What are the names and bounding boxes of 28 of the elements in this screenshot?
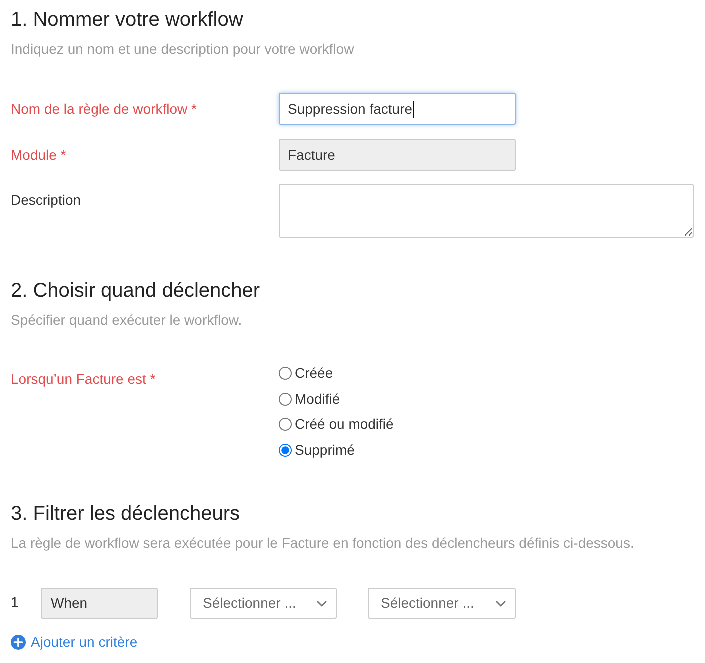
radio-button[interactable] <box>279 367 292 380</box>
radio-label[interactable]: Modifié <box>295 388 340 410</box>
operator-dropdown[interactable]: Sélectionner ... <box>190 588 337 619</box>
section-description: La règle de workflow sera exécutée pour le Facture en fonction des déclencheurs définis ci-dessous. <box>11 534 636 553</box>
field-label: Nom de la règle de workflow * <box>11 101 197 117</box>
radio-button[interactable] <box>279 444 292 457</box>
section-description: Indiquez un nom et une description pour votre workflow <box>11 40 356 59</box>
criterion-number: 1 <box>11 593 20 612</box>
field-label: Module * <box>11 147 66 163</box>
text-cursor-icon <box>412 100 414 118</box>
radio-label[interactable]: Créée <box>295 363 334 384</box>
chevron-down-icon <box>496 600 506 606</box>
section-heading: 1. Nommer votre workflow <box>11 8 244 32</box>
field-label: Description <box>11 192 82 208</box>
add-criterion-link[interactable]: Ajouter un critère <box>11 632 138 652</box>
plus-circle-icon <box>11 634 26 650</box>
section-heading: 2. Choisir quand déclencher <box>11 279 262 303</box>
radio-button[interactable] <box>279 418 292 432</box>
radio-label[interactable]: Supprimé <box>295 440 355 461</box>
radio-button[interactable] <box>279 392 292 406</box>
value-dropdown[interactable]: Sélectionner ... <box>368 588 516 619</box>
field-label: Lorsqu’un Facture est * <box>11 371 156 387</box>
section-heading: 3. Filtrer les déclencheurs <box>11 502 241 526</box>
section-description: Spécifier quand exécuter le workflow. <box>11 311 244 330</box>
text-input-field[interactable]: Suppression facture <box>279 93 516 125</box>
field-box: When <box>41 588 158 619</box>
radio-label[interactable]: Créé ou modifié <box>295 414 394 436</box>
chevron-down-icon <box>317 600 327 606</box>
